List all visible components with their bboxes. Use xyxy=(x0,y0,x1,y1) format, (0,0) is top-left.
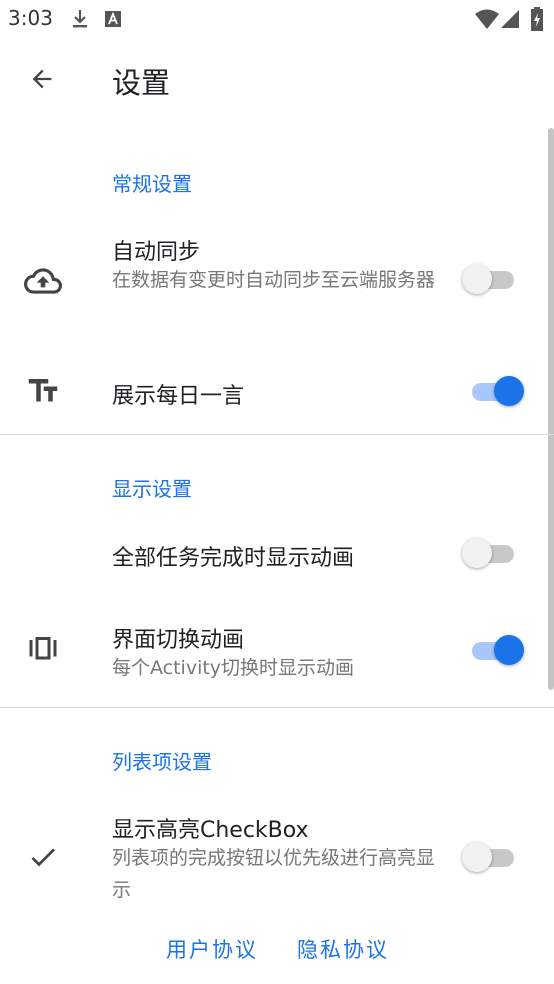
auto-sync-switch[interactable] xyxy=(462,262,526,296)
daily-quote-switch[interactable] xyxy=(462,374,526,408)
battery-icon xyxy=(530,7,544,35)
switch-thumb xyxy=(494,635,524,665)
pref-transition-animation[interactable]: 界面切换动画 每个Activity切换时显示动画 xyxy=(0,608,548,696)
status-bar: 3:03 xyxy=(0,0,554,38)
pref-done-animation[interactable]: 全部任务完成时显示动画 xyxy=(0,518,548,590)
cloud-upload-icon xyxy=(22,260,64,302)
transition-animation-switch[interactable] xyxy=(462,633,526,667)
user-agreement-link[interactable]: 用户协议 xyxy=(166,934,258,964)
pref-daily-quote[interactable]: 展示每日一言 xyxy=(0,356,548,428)
app-bar: 设置 xyxy=(0,38,554,128)
switch-thumb xyxy=(462,264,492,294)
scrollbar[interactable] xyxy=(548,128,554,690)
signal-icon xyxy=(500,9,520,33)
text-fields-icon xyxy=(22,370,64,412)
view-carousel-icon xyxy=(22,628,64,670)
pref-summary: 列表项的完成按钮以优先级进行高亮显示 xyxy=(112,847,436,901)
section-header-general: 常规设置 xyxy=(112,172,192,196)
status-time: 3:03 xyxy=(8,6,53,30)
section-header-list: 列表项设置 xyxy=(112,750,212,774)
switch-thumb xyxy=(494,376,524,406)
pref-title: 自动同步 xyxy=(112,240,201,265)
pref-summary: 每个Activity切换时显示动画 xyxy=(112,657,355,679)
back-button[interactable] xyxy=(14,56,70,106)
page-title: 设置 xyxy=(112,66,171,100)
highlight-checkbox-switch[interactable] xyxy=(462,840,526,874)
pref-highlight-checkbox[interactable]: 显示高亮CheckBox 列表项的完成按钮以优先级进行高亮显示 xyxy=(0,800,548,912)
check-icon xyxy=(22,836,64,878)
pref-title: 全部任务完成时显示动画 xyxy=(112,546,355,571)
arrow-back-icon xyxy=(28,65,56,97)
privacy-policy-link[interactable]: 隐私协议 xyxy=(297,934,389,964)
pref-title: 显示高亮CheckBox xyxy=(112,818,309,843)
download-icon xyxy=(70,8,90,34)
font-notification-icon xyxy=(104,10,122,32)
section-divider xyxy=(0,707,554,708)
section-header-display: 显示设置 xyxy=(112,477,192,501)
section-divider xyxy=(0,434,554,435)
pref-title: 展示每日一言 xyxy=(112,384,245,409)
pref-summary: 在数据有变更时自动同步至云端服务器 xyxy=(112,269,436,291)
wifi-icon xyxy=(474,8,500,34)
pref-auto-sync[interactable]: 自动同步 在数据有变更时自动同步至云端服务器 xyxy=(0,222,548,338)
done-animation-switch[interactable] xyxy=(462,536,526,570)
switch-thumb xyxy=(462,538,492,568)
switch-thumb xyxy=(462,842,492,872)
pref-title: 界面切换动画 xyxy=(112,628,245,653)
